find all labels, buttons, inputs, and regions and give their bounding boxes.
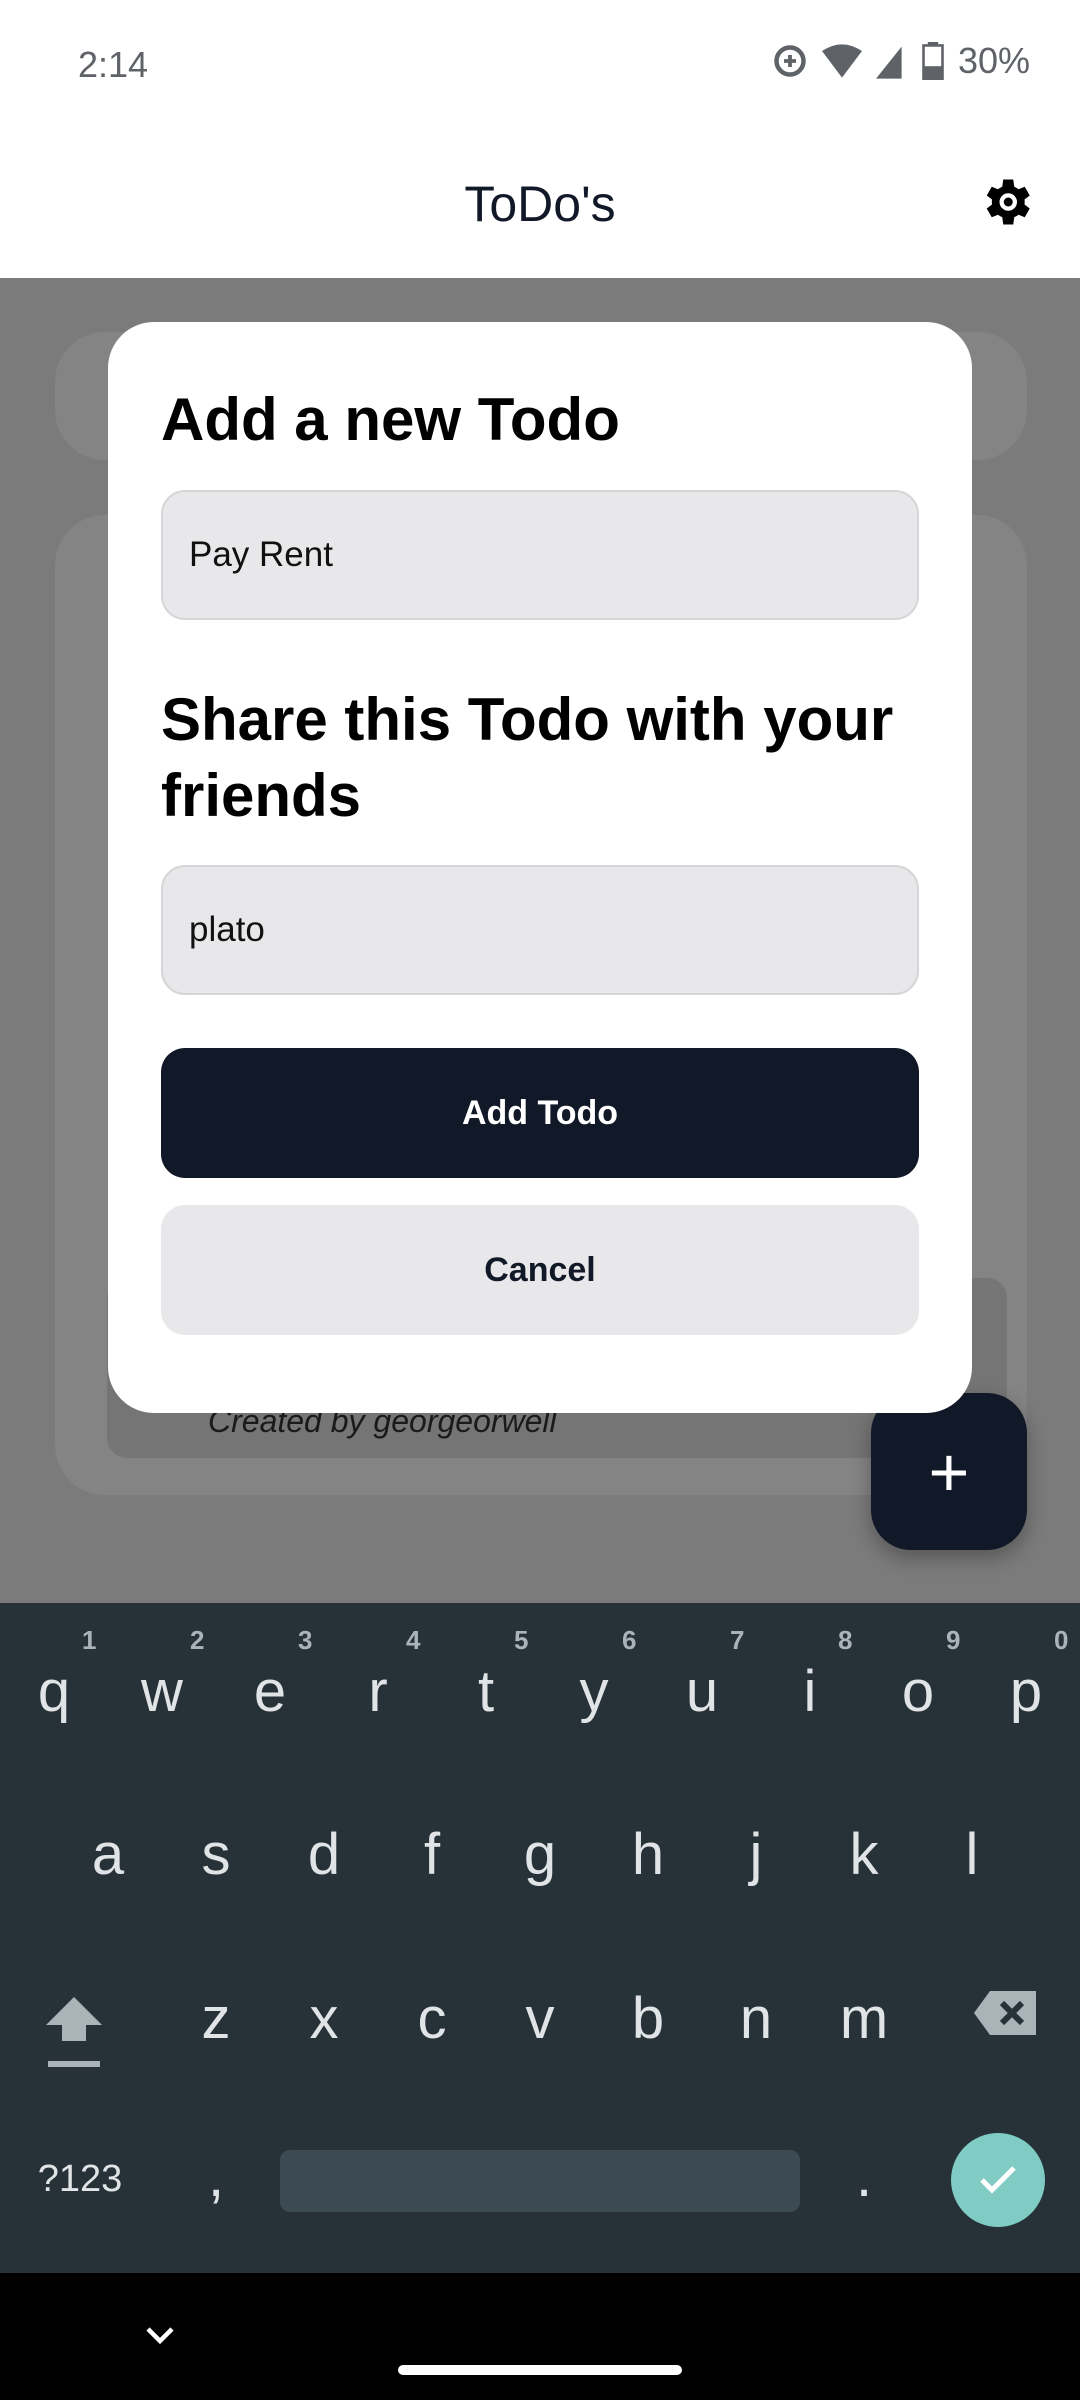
chevron-down-icon[interactable]	[142, 2323, 178, 2347]
key-j[interactable]: j	[706, 1821, 806, 1888]
cancel-button[interactable]: Cancel	[161, 1205, 919, 1335]
key-hint-0: 0	[1054, 1625, 1069, 1655]
enter-button[interactable]	[951, 2133, 1045, 2227]
key-hint-5: 5	[514, 1625, 529, 1655]
key-hint-7: 7	[730, 1625, 745, 1655]
key-hint-2: 2	[190, 1625, 205, 1655]
key-c[interactable]: c	[382, 1985, 482, 2052]
key-w[interactable]: w	[112, 1658, 212, 1725]
battery-level: 30%	[957, 40, 1030, 81]
navigation-bar	[0, 2273, 1080, 2400]
key-h[interactable]: h	[598, 1821, 698, 1888]
key-x[interactable]: x	[274, 1985, 374, 2052]
data-saver-icon	[774, 45, 806, 77]
key-hint-6: 6	[622, 1625, 637, 1655]
space-bar[interactable]	[280, 2150, 800, 2212]
key-o[interactable]: o	[868, 1658, 968, 1725]
signal-icon	[875, 46, 902, 79]
battery-icon	[922, 42, 944, 80]
key-k[interactable]: k	[814, 1821, 914, 1888]
add-todo-fab[interactable]: +	[871, 1393, 1027, 1550]
key-hint-8: 8	[838, 1625, 853, 1655]
key-hint-9: 9	[946, 1625, 961, 1655]
period-key[interactable]: .	[814, 2143, 914, 2210]
key-b[interactable]: b	[598, 1985, 698, 2052]
key-t[interactable]: t	[436, 1658, 536, 1725]
add-todo-dialog: Add a new Todo Pay Rent Share this Todo …	[108, 322, 972, 1413]
symbols-key[interactable]: ?123	[20, 2158, 140, 2201]
key-v[interactable]: v	[490, 1985, 590, 2052]
wifi-icon	[821, 44, 862, 78]
todo-input[interactable]: Pay Rent	[161, 490, 919, 620]
key-d[interactable]: d	[274, 1821, 374, 1888]
key-r[interactable]: r	[328, 1658, 428, 1725]
key-z[interactable]: z	[166, 1985, 266, 2052]
clock: 2:14	[78, 44, 149, 85]
check-icon	[980, 2166, 1016, 2194]
key-s[interactable]: s	[166, 1821, 266, 1888]
share-input[interactable]: plato	[161, 865, 919, 995]
key-q[interactable]: q	[4, 1658, 104, 1725]
key-l[interactable]: l	[922, 1821, 1022, 1888]
status-bar: 2:14 30%	[0, 0, 1080, 120]
home-handle[interactable]	[398, 2365, 682, 2375]
add-todo-button[interactable]: Add Todo	[161, 1048, 919, 1178]
key-a[interactable]: a	[58, 1821, 158, 1888]
key-m[interactable]: m	[814, 1985, 914, 2052]
key-hint-1: 1	[82, 1625, 97, 1655]
key-p[interactable]: p	[976, 1658, 1076, 1725]
shift-icon[interactable]	[42, 1993, 106, 2073]
backspace-icon[interactable]	[972, 1988, 1038, 2038]
plus-icon: +	[928, 1432, 970, 1511]
comma-key[interactable]: ,	[166, 2143, 266, 2210]
key-y[interactable]: y	[544, 1658, 644, 1725]
status-icons: 30%	[772, 40, 1030, 82]
keyboard: q 1 w 2 e 3 r 4 t 5 y 6 u 7 i 8 o 9 p 0 a s d f g h j k l z x c v b n m ?123…	[0, 1603, 1080, 2273]
key-hint-4: 4	[406, 1625, 421, 1655]
key-i[interactable]: i	[760, 1658, 860, 1725]
dialog-title: Add a new Todo	[161, 386, 620, 453]
key-f[interactable]: f	[382, 1821, 482, 1888]
key-e[interactable]: e	[220, 1658, 320, 1725]
gear-icon[interactable]	[976, 172, 1036, 232]
share-title: Share this Todo with your friends	[161, 686, 894, 829]
app-header: ToDo's	[0, 120, 1080, 278]
page-title: ToDo's	[464, 176, 616, 232]
key-g[interactable]: g	[490, 1821, 590, 1888]
key-hint-3: 3	[298, 1625, 313, 1655]
key-n[interactable]: n	[706, 1985, 806, 2052]
key-u[interactable]: u	[652, 1658, 752, 1725]
